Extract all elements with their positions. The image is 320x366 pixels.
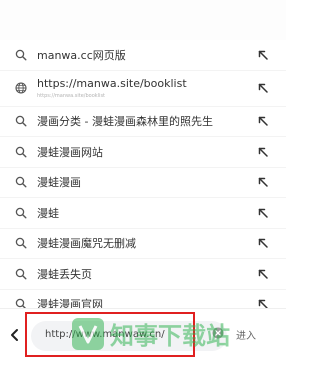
arrow-up-left-icon[interactable] <box>258 50 268 60</box>
globe-icon <box>15 82 27 94</box>
search-icon <box>15 49 27 61</box>
top-strip <box>0 0 286 40</box>
arrow-up-left-icon[interactable] <box>258 83 268 93</box>
arrow-up-left-icon[interactable] <box>258 177 268 187</box>
suggestion-text: 漫蛙丢失页 <box>37 267 92 281</box>
arrow-up-left-icon[interactable] <box>258 238 268 248</box>
suggestion-row[interactable]: 漫蛙漫画网站 <box>0 137 286 168</box>
suggestion-text: 漫蛙漫画 <box>37 176 81 190</box>
suggestion-row[interactable]: 漫蛙漫画 <box>0 168 286 198</box>
suggestion-text: 漫蛙漫画网站 <box>37 145 103 159</box>
search-icon <box>15 268 27 280</box>
search-icon <box>15 116 27 127</box>
suggestion-text: https://manwa.site/booklist <box>37 76 187 90</box>
chevron-left-icon[interactable] <box>8 326 22 344</box>
suggestion-row[interactable]: 漫蛙漫画魔咒无删减 <box>0 229 286 259</box>
watermark-text: 知事下载站 <box>110 322 230 350</box>
search-icon <box>15 207 27 219</box>
suggestion-subtext: https://manwa.site/booklist <box>37 92 106 99</box>
arrow-up-left-icon[interactable] <box>258 116 268 126</box>
suggestion-row[interactable]: 漫蛙 <box>0 198 286 229</box>
search-icon <box>15 146 27 158</box>
suggestion-row[interactable]: 漫蛙丢失页 <box>0 259 286 290</box>
watermark-logo-icon <box>72 318 104 350</box>
search-icon <box>15 238 27 249</box>
watermark: 知事下载站 <box>72 318 230 350</box>
suggestion-list: manwa.cc网页版 https://manwa.site/booklist … <box>0 40 286 320</box>
suggestion-text: 漫蛙漫画魔咒无删减 <box>37 237 136 251</box>
arrow-up-left-icon[interactable] <box>258 208 268 218</box>
arrow-up-left-icon[interactable] <box>258 269 268 279</box>
suggestion-row-url[interactable]: https://manwa.site/booklist https://manw… <box>0 71 286 107</box>
suggestion-row[interactable]: 漫画分类 - 漫蛙漫画森林里的照先生 <box>0 107 286 137</box>
search-icon <box>15 177 27 188</box>
suggestion-text: manwa.cc网页版 <box>37 48 126 62</box>
suggestion-row[interactable]: manwa.cc网页版 <box>0 40 286 71</box>
suggestion-text: 漫画分类 - 漫蛙漫画森林里的照先生 <box>37 115 213 129</box>
suggestion-text: 漫蛙 <box>37 206 59 220</box>
arrow-up-left-icon[interactable] <box>258 147 268 157</box>
